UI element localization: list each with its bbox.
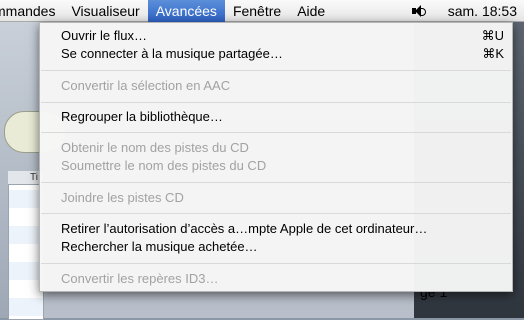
menu-item-deauthorize-computer[interactable]: Retirer l’autorisation d’accès a…mpte Ap… bbox=[61, 220, 427, 238]
menu-commandes[interactable]: mmandes bbox=[0, 0, 63, 22]
menu-separator bbox=[41, 182, 511, 183]
background-list-header: Ti bbox=[8, 171, 42, 185]
menu-separator bbox=[41, 102, 511, 103]
menu-fenetre[interactable]: Fenêtre bbox=[225, 0, 289, 22]
menu-item-check-purchased-music[interactable]: Rechercher la musique achetée… bbox=[61, 238, 258, 256]
menu-item-submit-track-names: Soumettre le nom des pistes du CD bbox=[61, 158, 267, 173]
shortcut-open-stream: ⌘U bbox=[481, 28, 504, 43]
avancees-dropdown-menu: Ouvrir le flux… ⌘U Se connecter à la mus… bbox=[39, 22, 513, 292]
menu-avancees[interactable]: Avancées bbox=[147, 0, 225, 22]
menu-item-open-stream[interactable]: Ouvrir le flux… bbox=[61, 27, 147, 45]
menu-visualiseur[interactable]: Visualiseur bbox=[63, 0, 147, 22]
menu-item-convert-aac: Convertir la sélection en AAC bbox=[61, 78, 231, 93]
menu-item-get-track-names: Obtenir le nom des pistes du CD bbox=[61, 140, 249, 155]
shortcut-connect-shared-music: ⌘K bbox=[482, 46, 504, 61]
menu-item-connect-shared-music[interactable]: Se connecter à la musique partagée… bbox=[61, 45, 283, 63]
menu-item-convert-id3-tags: Convertir les repères ID3… bbox=[61, 271, 219, 286]
menu-aide[interactable]: Aide bbox=[289, 0, 333, 22]
menu-separator bbox=[41, 132, 511, 133]
menu-item-consolidate-library[interactable]: Regrouper la bibliothèque… bbox=[61, 108, 223, 126]
menu-extras: sam. 18:53 bbox=[410, 0, 524, 22]
menu-separator bbox=[41, 263, 511, 264]
menu-bar: mmandes Visualiseur Avancées Fenêtre Aid… bbox=[0, 0, 524, 22]
menu-separator bbox=[41, 70, 511, 71]
menu-item-join-cd-tracks: Joindre les pistes CD bbox=[61, 190, 184, 205]
volume-icon[interactable] bbox=[410, 0, 426, 22]
menubar-clock[interactable]: sam. 18:53 bbox=[442, 3, 524, 19]
menu-separator bbox=[41, 213, 511, 214]
